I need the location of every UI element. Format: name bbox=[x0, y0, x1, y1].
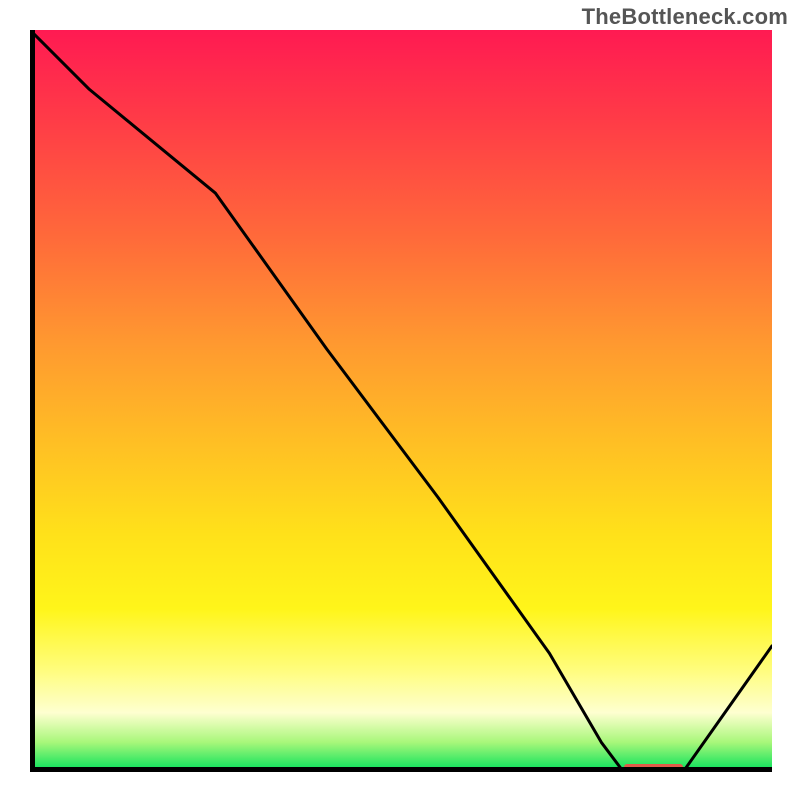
plot-area bbox=[30, 30, 772, 772]
line-curve bbox=[30, 30, 772, 772]
highlight-marker bbox=[624, 764, 683, 770]
watermark-label: TheBottleneck.com bbox=[582, 4, 788, 30]
chart-container: TheBottleneck.com bbox=[0, 0, 800, 800]
